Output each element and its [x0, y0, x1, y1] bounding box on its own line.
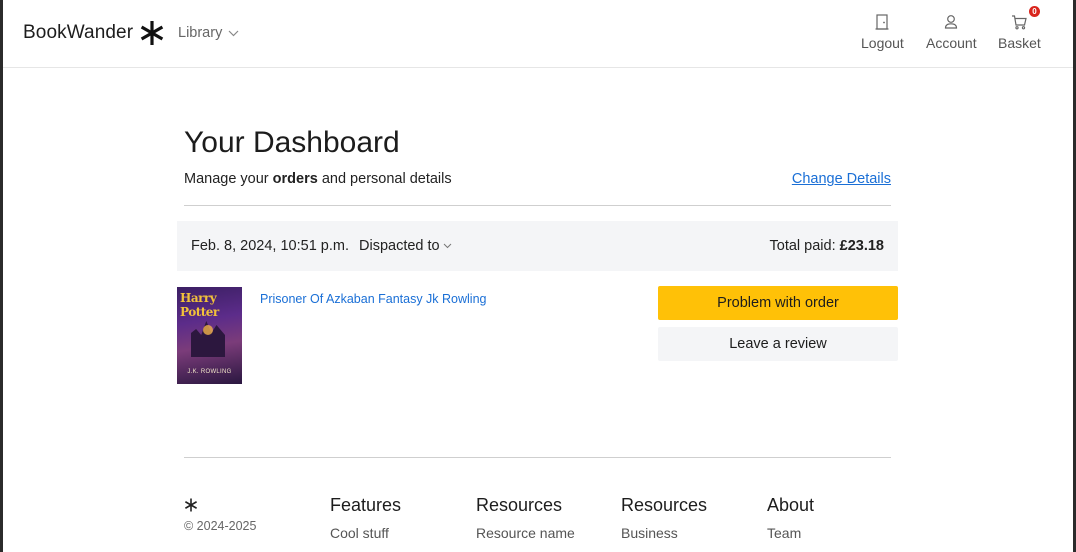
dispatch-label: Dispacted to — [359, 238, 440, 254]
basket-button[interactable]: 0 Basket — [998, 6, 1041, 51]
cover-castle — [191, 321, 225, 357]
subtitle-bold: orders — [272, 171, 318, 187]
dashboard-subtitle: Manage your orders and personal details — [184, 171, 452, 187]
order-header: Feb. 8, 2024, 10:51 p.m. Dispacted to To… — [177, 221, 898, 271]
library-dropdown[interactable]: Library — [178, 25, 239, 41]
footer-link[interactable]: Business — [621, 525, 707, 541]
leave-review-button[interactable]: Leave a review — [658, 327, 898, 361]
footer-column-resources: Resources Resource name — [476, 495, 575, 541]
asterisk-logo-icon — [184, 498, 198, 512]
footer-heading: Features — [330, 495, 402, 515]
divider — [184, 205, 891, 206]
account-button[interactable]: Account — [926, 14, 977, 51]
cover-author: J.K. ROWLING — [187, 369, 232, 375]
page-title: Your Dashboard — [184, 126, 400, 159]
book-title-link[interactable]: Prisoner Of Azkaban Fantasy Jk Rowling — [260, 292, 487, 306]
divider — [184, 457, 891, 458]
door-icon — [875, 14, 889, 30]
footer-column-resources-2: Resources Business — [621, 495, 707, 541]
total-value: £23.18 — [839, 238, 884, 254]
cart-icon — [1012, 15, 1028, 30]
footer-column-features: Features Cool stuff — [330, 495, 401, 541]
copyright-text: © 2024-2025 — [184, 519, 257, 533]
dispatch-dropdown[interactable]: Dispacted to — [359, 238, 452, 254]
footer-link[interactable]: Team — [767, 525, 814, 541]
footer-heading: About — [767, 495, 815, 515]
library-label: Library — [178, 25, 223, 41]
brand-name: BookWander — [23, 22, 134, 43]
window-frame — [0, 0, 1076, 552]
cover-title: Harry Potter — [180, 291, 219, 319]
subtitle-suffix: and personal details — [317, 171, 452, 187]
book-cover-image[interactable]: Harry Potter J.K. ROWLING — [177, 287, 242, 384]
brand-logo[interactable]: BookWander — [23, 20, 165, 46]
site-header: BookWander Library Logout Account 0 Bask… — [3, 0, 1073, 68]
footer-link[interactable]: Cool stuff — [330, 525, 401, 541]
footer-heading: Resources — [621, 495, 708, 515]
basket-count-badge: 0 — [1029, 6, 1040, 17]
logout-button[interactable]: Logout — [861, 14, 904, 51]
total-label: Total paid: — [769, 238, 840, 254]
basket-label: Basket — [998, 35, 1041, 51]
logout-label: Logout — [861, 35, 904, 51]
footer-column-about: About Team — [767, 495, 814, 541]
footer-heading: Resources — [476, 495, 563, 515]
order-date: Feb. 8, 2024, 10:51 p.m. — [191, 238, 349, 254]
order-total: Total paid: £23.18 — [770, 238, 885, 254]
asterisk-logo-icon — [140, 21, 164, 45]
cover-glow — [203, 325, 213, 335]
user-icon — [945, 15, 958, 29]
chevron-down-icon — [443, 243, 451, 249]
chevron-down-icon — [228, 30, 239, 36]
change-details-link[interactable]: Change Details — [792, 171, 891, 187]
problem-with-order-button[interactable]: Problem with order — [658, 286, 898, 320]
footer-link[interactable]: Resource name — [476, 525, 575, 541]
account-label: Account — [926, 35, 977, 51]
subtitle-prefix: Manage your — [184, 171, 273, 187]
